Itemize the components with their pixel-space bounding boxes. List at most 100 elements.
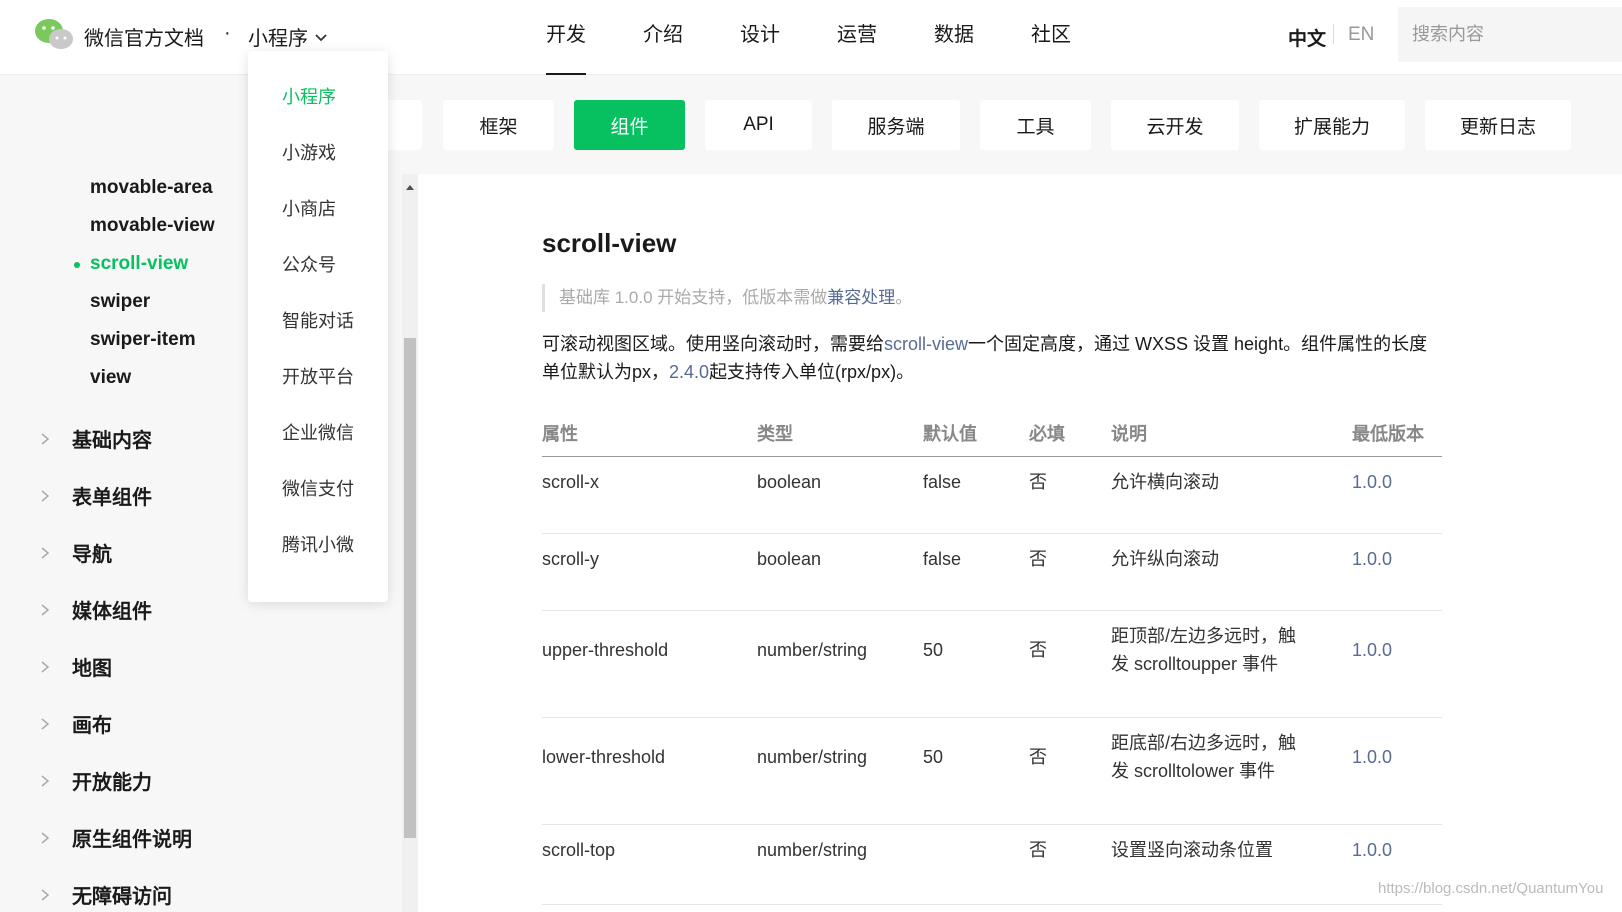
subnav-cloud[interactable]: 云开发 bbox=[1111, 100, 1239, 150]
subnav-api[interactable]: API bbox=[705, 100, 812, 150]
table-cell-default: 50 bbox=[923, 747, 944, 767]
scrollbar-thumb[interactable] bbox=[404, 338, 416, 838]
component-description: 可滚动视图区域。使用竖向滚动时，需要给scroll-view一个固定高度，通过 … bbox=[542, 330, 1442, 386]
dropdown-item-wechat-pay[interactable]: 微信支付 bbox=[282, 475, 354, 501]
chevron-right-icon bbox=[41, 660, 50, 673]
dropdown-item-official-account[interactable]: 公众号 bbox=[282, 251, 336, 277]
product-dropdown: 小程序 小游戏 小商店 公众号 智能对话 开放平台 企业微信 微信支付 腾讯小微 bbox=[248, 51, 388, 602]
table-cell-attr: lower-threshold bbox=[542, 747, 666, 767]
watermark: https://blog.csdn.net/QuantumYou bbox=[1378, 880, 1604, 897]
sidebar-group-basic[interactable]: 基础内容 bbox=[40, 424, 152, 453]
chevron-right-icon bbox=[41, 774, 50, 787]
table-cell-desc-line1: 距底部/右边多远时，触 bbox=[1111, 733, 1296, 753]
table-cell-desc-line2: 发 scrolltolower 事件 bbox=[1111, 761, 1276, 781]
table-cell-attr: scroll-x bbox=[542, 472, 599, 492]
product-menu-label: 小程序 bbox=[248, 28, 308, 50]
table-cell-required: 否 bbox=[1029, 840, 1047, 860]
sidebar-group-label: 无障碍访问 bbox=[72, 886, 172, 908]
dropdown-item-chatbot[interactable]: 智能对话 bbox=[282, 307, 354, 333]
sidebar-group-label: 表单组件 bbox=[72, 487, 152, 509]
table-row-divider bbox=[542, 610, 1442, 611]
sidebar-group-media[interactable]: 媒体组件 bbox=[40, 595, 152, 624]
nav-item-develop[interactable]: 开发 bbox=[546, 0, 586, 75]
nav-item-intro[interactable]: 介绍 bbox=[643, 0, 683, 75]
lang-zh-link[interactable]: 中文 bbox=[1288, 24, 1326, 51]
dropdown-item-work-wechat[interactable]: 企业微信 bbox=[282, 419, 354, 445]
sidebar-item-swiper-item[interactable]: swiper-item bbox=[90, 329, 196, 351]
table-header-desc: 说明 bbox=[1111, 424, 1147, 444]
product-menu-toggle[interactable]: 小程序 bbox=[248, 22, 328, 51]
dropdown-item-shop[interactable]: 小商店 bbox=[282, 195, 336, 221]
sidebar-group-canvas[interactable]: 画布 bbox=[40, 709, 112, 738]
subnav-components[interactable]: 组件 bbox=[574, 100, 685, 150]
lang-en-link[interactable]: EN bbox=[1348, 24, 1374, 46]
table-header-divider bbox=[542, 456, 1442, 457]
subnav-framework[interactable]: 框架 bbox=[443, 100, 554, 150]
sidebar-group-accessibility[interactable]: 无障碍访问 bbox=[40, 880, 172, 909]
subnav-server[interactable]: 服务端 bbox=[832, 100, 960, 150]
sidebar-item-movable-area[interactable]: movable-area bbox=[90, 177, 213, 199]
table-cell-required: 否 bbox=[1029, 472, 1047, 492]
scroll-view-link[interactable]: scroll-view bbox=[884, 334, 968, 354]
nav-item-data[interactable]: 数据 bbox=[934, 0, 974, 75]
table-row-divider bbox=[542, 717, 1442, 718]
sidebar-group-label: 媒体组件 bbox=[72, 601, 152, 623]
chevron-right-icon bbox=[41, 432, 50, 445]
sidebar-item-scroll-view[interactable]: scroll-view bbox=[90, 253, 188, 275]
table-cell-default: 50 bbox=[923, 640, 944, 660]
table-row-divider bbox=[542, 904, 1442, 905]
sidebar-group-map[interactable]: 地图 bbox=[40, 652, 112, 681]
dropdown-item-open-platform[interactable]: 开放平台 bbox=[282, 363, 354, 389]
subnav-extensions[interactable]: 扩展能力 bbox=[1259, 100, 1405, 150]
version-note: 基础库 1.0.0 开始支持，低版本需做兼容处理。 bbox=[542, 284, 912, 312]
sidebar-group-form[interactable]: 表单组件 bbox=[40, 481, 152, 510]
dropdown-item-minigame[interactable]: 小游戏 bbox=[282, 139, 336, 165]
sidebar-group-navigation[interactable]: 导航 bbox=[40, 538, 112, 567]
search-input[interactable] bbox=[1398, 7, 1622, 62]
table-cell-version[interactable]: 1.0.0 bbox=[1352, 545, 1392, 573]
sidebar-item-view[interactable]: view bbox=[90, 367, 131, 389]
table-cell-attr: scroll-top bbox=[542, 840, 616, 860]
dropdown-item-miniprogram[interactable]: 小程序 bbox=[282, 83, 336, 109]
subnav-changelog[interactable]: 更新日志 bbox=[1425, 100, 1571, 150]
table-cell-version[interactable]: 1.0.0 bbox=[1352, 636, 1392, 664]
table-cell-version[interactable]: 1.0.0 bbox=[1352, 468, 1392, 496]
sidebar-item-swiper[interactable]: swiper bbox=[90, 291, 150, 313]
version-link[interactable]: 2.4.0 bbox=[669, 362, 709, 382]
table-cell-attr: upper-threshold bbox=[542, 640, 669, 660]
sidebar-group-open-ability[interactable]: 开放能力 bbox=[40, 766, 152, 795]
nav-item-community[interactable]: 社区 bbox=[1031, 0, 1071, 75]
sidebar-item-movable-view[interactable]: movable-view bbox=[90, 215, 215, 237]
sidebar-group-label: 开放能力 bbox=[72, 772, 152, 794]
table-cell-default: false bbox=[923, 549, 962, 569]
sidebar-group-label: 导航 bbox=[72, 544, 112, 566]
nav-item-operations[interactable]: 运营 bbox=[837, 0, 877, 75]
table-header-version: 最低版本 bbox=[1352, 424, 1424, 444]
table-cell-version[interactable]: 1.0.0 bbox=[1352, 836, 1392, 864]
table-cell-desc: 允许横向滚动 bbox=[1111, 472, 1219, 492]
table-cell-type: number/string bbox=[757, 840, 868, 860]
table-cell-desc: 允许纵向滚动 bbox=[1111, 549, 1219, 569]
lang-divider bbox=[1333, 24, 1334, 44]
version-note-text: 基础库 1.0.0 开始支持，低版本需做 bbox=[559, 288, 828, 307]
table-cell-default: false bbox=[923, 472, 962, 492]
scroll-up-arrow-icon[interactable] bbox=[402, 180, 418, 194]
nav-item-design[interactable]: 设计 bbox=[740, 0, 780, 75]
desc-text-1: 可滚动视图区域。使用竖向滚动时，需要给 bbox=[542, 334, 884, 354]
sidebar-group-native[interactable]: 原生组件说明 bbox=[40, 823, 192, 852]
dropdown-item-xiaowei[interactable]: 腾讯小微 bbox=[282, 531, 354, 557]
site-brand[interactable]: 微信官方文档 bbox=[84, 22, 204, 51]
table-cell-type: number/string bbox=[757, 640, 868, 660]
table-cell-attr: scroll-y bbox=[542, 549, 599, 569]
subnav-tools[interactable]: 工具 bbox=[980, 100, 1091, 150]
table-cell-required: 否 bbox=[1029, 549, 1047, 569]
table-header-type: 类型 bbox=[757, 424, 793, 444]
top-nav: 开发 介绍 设计 运营 数据 社区 bbox=[546, 0, 1128, 75]
table-row-divider bbox=[542, 533, 1442, 534]
chevron-right-icon bbox=[41, 546, 50, 559]
table-cell-required: 否 bbox=[1029, 640, 1047, 660]
sidebar-group-label: 原生组件说明 bbox=[72, 829, 192, 851]
compat-link[interactable]: 兼容处理 bbox=[827, 288, 895, 307]
table-cell-version[interactable]: 1.0.0 bbox=[1352, 743, 1392, 771]
wechat-logo-icon[interactable] bbox=[34, 18, 74, 52]
